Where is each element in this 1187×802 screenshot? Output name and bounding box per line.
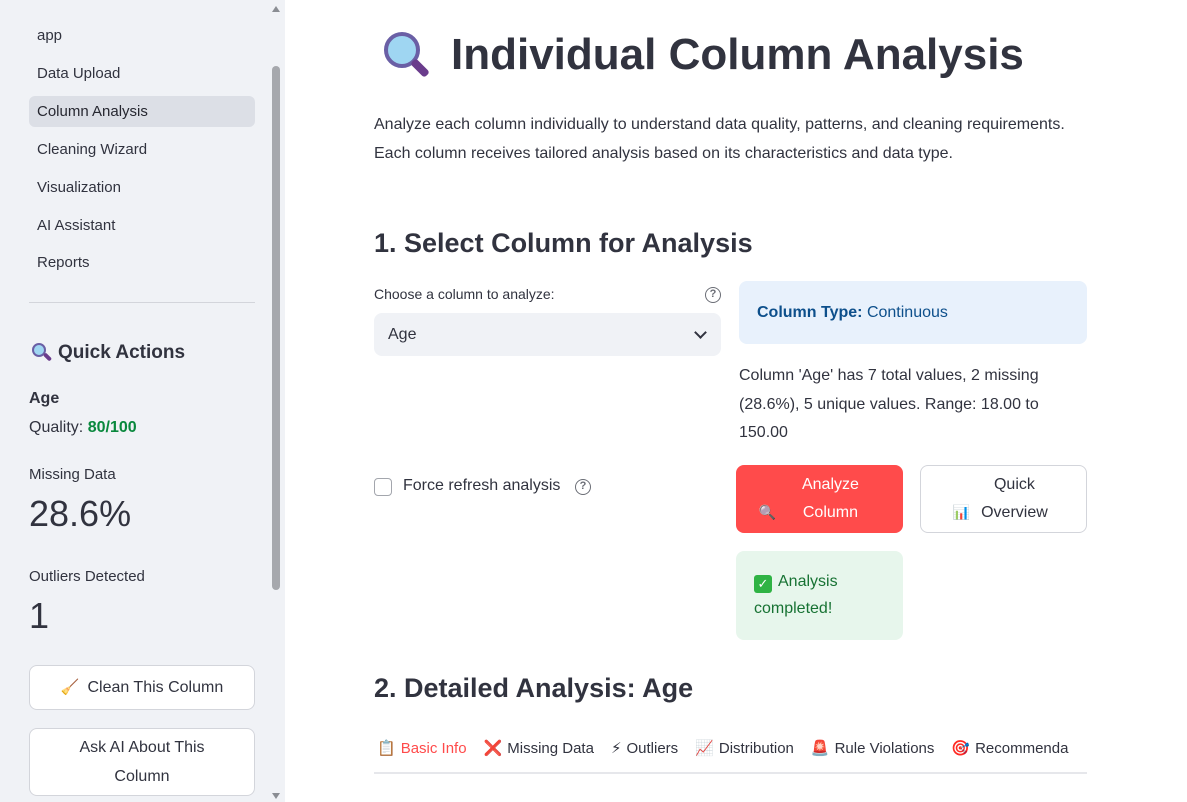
magnifier-icon: 🔍 (758, 504, 776, 520)
clipboard-icon: 📋 (377, 740, 396, 757)
scroll-up-icon[interactable] (272, 6, 280, 12)
tab-label: Missing Data (507, 740, 594, 757)
force-refresh-label: Force refresh analysis (403, 477, 561, 494)
ask-ai-button[interactable]: Ask AI About This Column (29, 728, 255, 796)
main-content: Individual Column Analysis Analyze each … (285, 0, 1187, 802)
page-title: Individual Column Analysis (381, 30, 1024, 80)
success-alert: ✓ Analysis completed! (736, 551, 903, 640)
missing-data-value: 28.6% (29, 493, 132, 534)
sidebar-item-visualization[interactable]: Visualization (29, 172, 255, 203)
analysis-tabs: 📋 Basic Info ❌ Missing Data ⚡ Outliers 📈… (374, 733, 1087, 774)
chart-up-icon: 📈 (695, 740, 714, 757)
siren-icon: 🚨 (810, 740, 830, 757)
column-select[interactable]: Age (374, 313, 721, 356)
sidebar-scrollbar[interactable] (271, 0, 281, 802)
column-type-value: Continuous (866, 304, 948, 321)
bar-chart-icon: 📊 (952, 504, 970, 520)
cross-icon: ❌ (483, 740, 503, 757)
analyze-column-button[interactable]: 🔍 Analyze Column (736, 465, 903, 533)
target-icon: 🎯 (951, 740, 971, 757)
clean-column-button[interactable]: 🧹 Clean This Column (29, 665, 255, 710)
clean-column-label: Clean This Column (87, 679, 224, 696)
tab-basic-info[interactable]: 📋 Basic Info (374, 733, 475, 772)
ask-ai-label: Ask AI About This Column (79, 739, 205, 785)
lightning-icon: ⚡ (610, 740, 622, 757)
select-label: Choose a column to analyze: (374, 286, 555, 302)
sidebar-item-data-upload[interactable]: Data Upload (29, 58, 255, 89)
quick-overview-button[interactable]: 📊 Quick Overview (920, 465, 1087, 533)
scrollbar-thumb[interactable] (272, 66, 280, 590)
magnifier-icon (30, 342, 53, 364)
sidebar-divider (29, 302, 255, 303)
tab-label: Recommenda (975, 740, 1069, 757)
column-type-key: Column Type: (757, 304, 863, 321)
tab-label: Basic Info (400, 740, 467, 757)
tab-outliers[interactable]: ⚡ Outliers (608, 733, 686, 772)
column-summary: Column 'Age' has 7 total values, 2 missi… (739, 367, 1039, 441)
sidebar-item-cleaning-wizard[interactable]: Cleaning Wizard (29, 134, 255, 165)
scroll-down-icon[interactable] (272, 793, 280, 799)
section-select-column-title: 1. Select Column for Analysis (374, 228, 753, 258)
outliers-value: 1 (29, 595, 50, 636)
quick-actions-title-text: Quick Actions (58, 342, 186, 363)
broom-icon: 🧹 (60, 679, 80, 696)
intro-text: Analyze each column individually to unde… (374, 116, 1065, 162)
page-title-text: Individual Column Analysis (451, 30, 1024, 79)
quality-label: Quality: (29, 419, 84, 436)
check-icon: ✓ (754, 575, 772, 593)
tab-distribution[interactable]: 📈 Distribution (692, 733, 802, 772)
sidebar-item-column-analysis[interactable]: Column Analysis (29, 96, 255, 127)
sidebar-item-reports[interactable]: Reports (29, 247, 255, 278)
tab-label: Rule Violations (834, 740, 935, 757)
sidebar: app Data Upload Column Analysis Cleaning… (0, 0, 285, 802)
tab-rule-violations[interactable]: 🚨 Rule Violations (808, 733, 942, 772)
help-icon[interactable]: ? (705, 287, 721, 303)
sidebar-item-ai-assistant[interactable]: AI Assistant (29, 210, 255, 241)
outliers-label: Outliers Detected (29, 568, 145, 585)
column-type-info: Column Type: Continuous (739, 281, 1087, 344)
analyze-column-label: Analyze Column (801, 476, 859, 521)
force-refresh-checkbox[interactable] (374, 478, 392, 496)
missing-data-label: Missing Data (29, 466, 116, 483)
tab-recommendations[interactable]: 🎯 Recommenda (948, 733, 1076, 772)
chevron-down-icon (694, 326, 707, 339)
magnifier-icon (381, 30, 433, 80)
column-select-value: Age (388, 326, 417, 343)
tab-label: Outliers (626, 740, 679, 757)
tab-label: Distribution (718, 740, 794, 757)
quality-score: Quality: 80/100 (29, 419, 137, 437)
quick-actions-title: Quick Actions (30, 342, 185, 364)
quality-value: 80/100 (87, 419, 137, 436)
help-icon[interactable]: ? (575, 479, 591, 495)
sidebar-item-app[interactable]: app (29, 20, 255, 51)
tab-missing-data[interactable]: ❌ Missing Data (481, 733, 602, 772)
quick-overview-label: Quick Overview (981, 476, 1048, 521)
selected-column-name: Age (29, 390, 60, 407)
section-detailed-analysis-title: 2. Detailed Analysis: Age (374, 673, 694, 703)
